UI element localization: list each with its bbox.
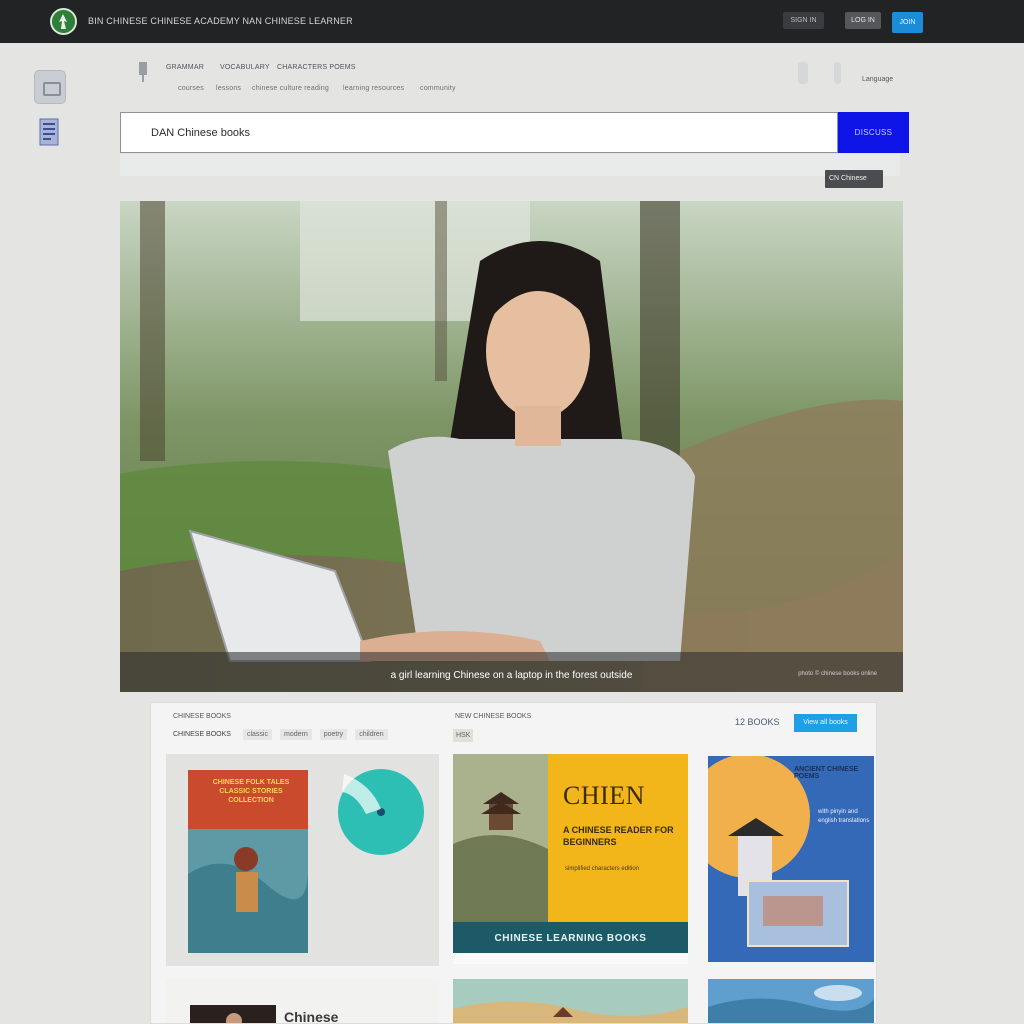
language-label[interactable]: Language (862, 76, 893, 83)
book-title: CHINESE FOLK TALES CLASSIC STORIES COLLE… (212, 779, 290, 804)
search-input[interactable] (151, 125, 751, 141)
book-card[interactable]: ANCIENT CHINESE POEMS with pinyin and en… (708, 756, 874, 962)
book-edition: simplified characters edition (565, 866, 640, 872)
book-subtitle: with pinyin and english translations (818, 809, 870, 824)
book-title: CHIEN (563, 781, 645, 810)
language-badge[interactable]: CN Chinese (825, 170, 883, 188)
book-icon[interactable] (34, 70, 66, 104)
user-icon[interactable] (798, 62, 808, 84)
book-card[interactable] (708, 979, 874, 1023)
filter-chip[interactable]: modern (279, 729, 312, 740)
hero-credit: photo © chinese books online (798, 671, 877, 677)
pin-icon (139, 62, 147, 82)
hero-caption: a girl learning Chinese on a laptop in t… (390, 670, 633, 681)
site-title[interactable]: BIN CHINESE CHINESE ACADEMY NAN CHINESE … (88, 16, 353, 26)
filter-chip-hsk[interactable]: HSK (453, 729, 474, 742)
hero-image: a girl learning Chinese on a laptop in t… (120, 201, 903, 692)
subnav-community[interactable]: community (420, 85, 456, 92)
subnav-resources[interactable]: learning resources (343, 85, 404, 92)
filter-chip[interactable]: children (355, 729, 388, 740)
filter-chip[interactable]: classic (242, 729, 272, 740)
catalog-subtitle: NEW CHINESE BOOKS (455, 713, 532, 720)
filter-strip (120, 154, 900, 176)
search-button[interactable]: DISCUSS (838, 112, 909, 153)
subnav-lessons[interactable]: lessons (216, 85, 241, 92)
subnav-courses[interactable]: courses (178, 85, 204, 92)
book-cover (453, 979, 688, 1023)
subnav-culture[interactable]: chinese culture reading (252, 85, 329, 92)
book-card[interactable]: CHINESE FOLK TALES CLASSIC STORIES COLLE… (166, 754, 439, 966)
nav-characters[interactable]: CHARACTERS POEMS (277, 64, 356, 71)
book-count: 12 BOOKS (735, 717, 780, 727)
book-title: Chinese (284, 1009, 339, 1024)
catalog-title: CHINESE BOOKS (173, 713, 231, 720)
filter-chip[interactable]: poetry (319, 729, 348, 740)
search-bar (120, 112, 838, 153)
logo-icon[interactable] (50, 8, 77, 35)
view-all-button[interactable]: View all books (794, 714, 857, 732)
hero-photo (120, 201, 903, 692)
book-band-text: CHINESE LEARNING BOOKS (494, 933, 647, 944)
book-card[interactable]: CHIEN A CHINESE READER FOR BEGINNERS sim… (453, 754, 688, 964)
nav-grammar[interactable]: GRAMMAR (166, 64, 204, 71)
bookmark-icon[interactable] (39, 118, 59, 146)
globe-icon[interactable] (834, 62, 841, 84)
top-bar: BIN CHINESE CHINESE ACADEMY NAN CHINESE … (0, 0, 1024, 43)
book-cover (708, 756, 874, 962)
sign-in-button[interactable]: SIGN IN (783, 12, 824, 29)
book-cover (708, 979, 874, 1023)
book-card[interactable]: Chinese (166, 979, 439, 1024)
nav-vocabulary[interactable]: VOCABULARY (220, 64, 270, 71)
join-button[interactable]: JOIN (892, 12, 923, 33)
book-title: ANCIENT CHINESE POEMS (794, 766, 859, 780)
filter-chip[interactable]: CHINESE BOOKS (169, 729, 235, 740)
book-catalog: CHINESE BOOKS NEW CHINESE BOOKS CHINESE … (150, 702, 877, 1024)
log-in-button[interactable]: LOG IN (845, 12, 881, 29)
catalog-filters: CHINESE BOOKS classic modern poetry chil… (169, 729, 388, 740)
book-subtitle: A CHINESE READER FOR BEGINNERS (563, 825, 674, 847)
book-card[interactable] (453, 979, 688, 1023)
